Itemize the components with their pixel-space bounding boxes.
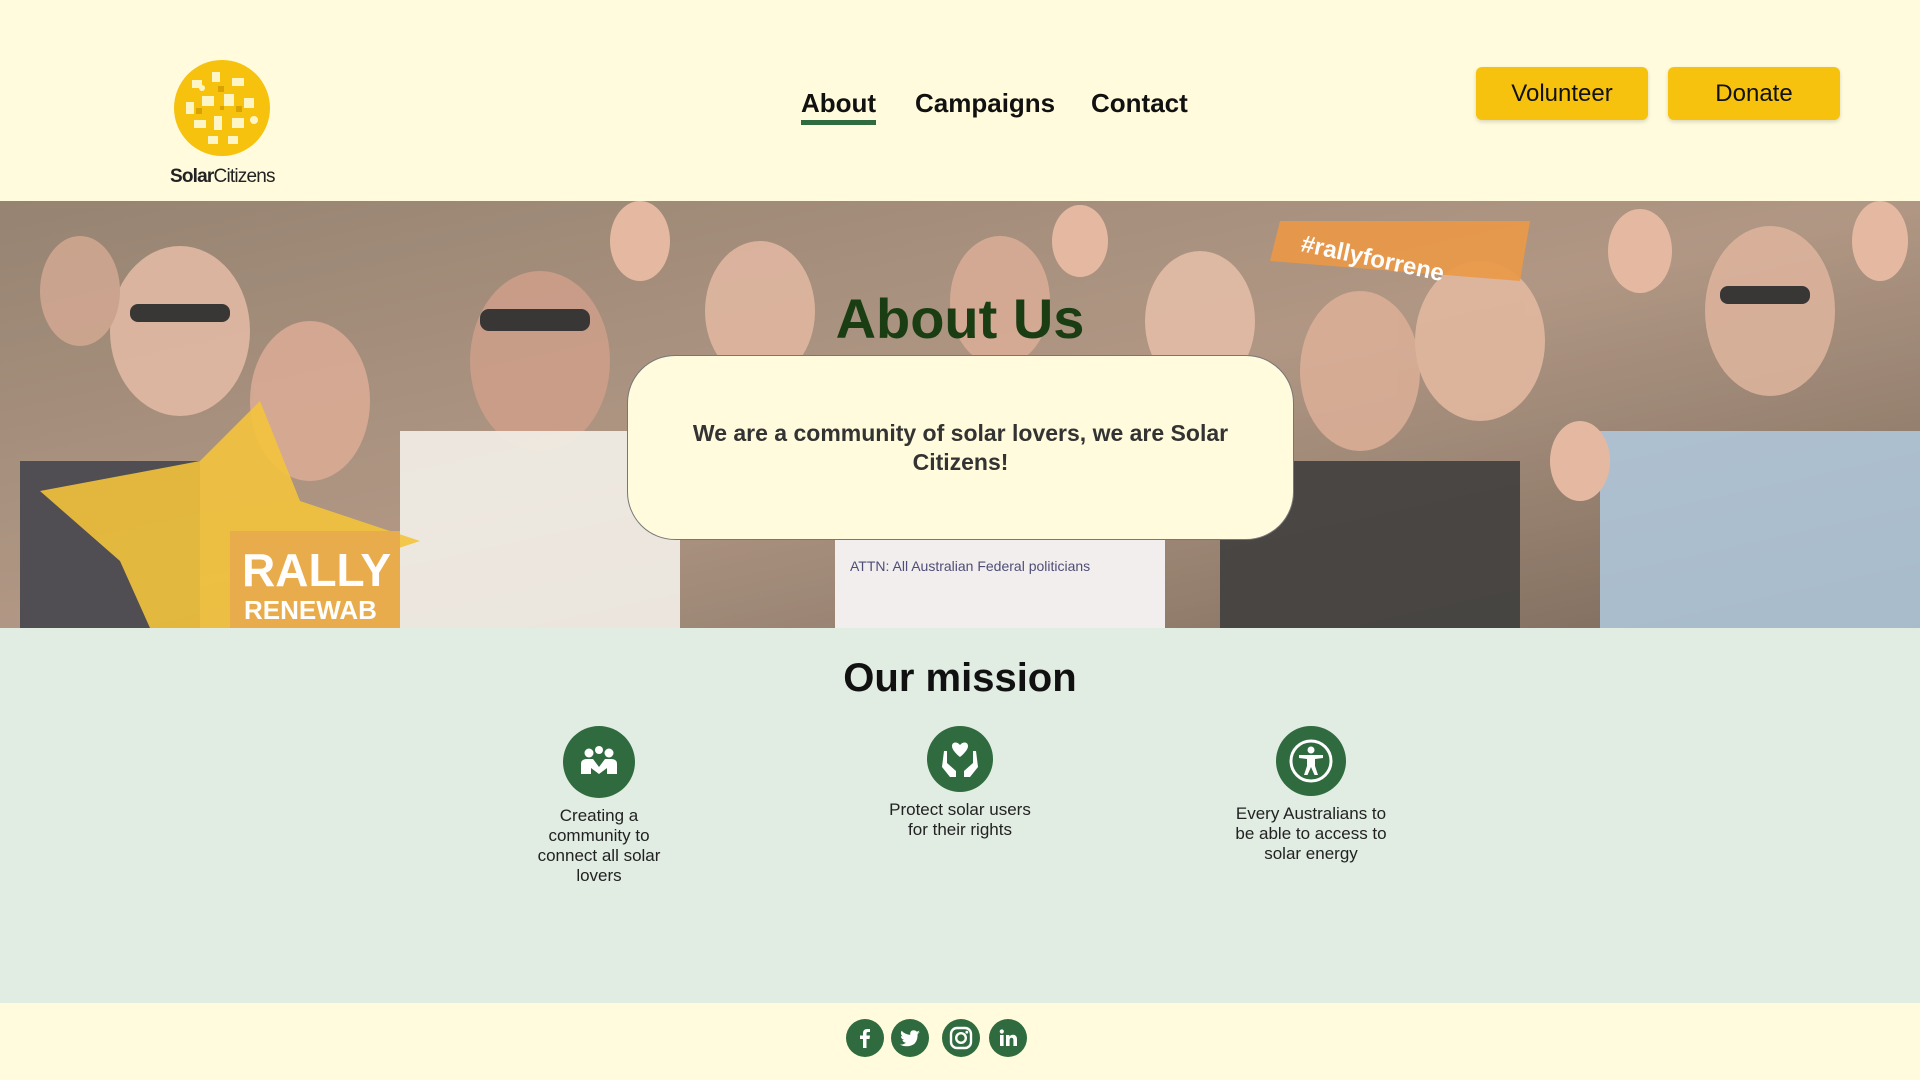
mission-item-access: Every Australians to be able to access t… — [1231, 726, 1391, 864]
nav-item-about[interactable]: About — [801, 88, 877, 125]
mission-title: Our mission — [843, 656, 1077, 700]
twitter-icon[interactable] — [891, 1019, 929, 1057]
donate-button[interactable]: Donate — [1668, 67, 1840, 120]
nav-item-campaigns[interactable]: Campaigns — [915, 88, 1055, 119]
heart-hands-icon — [927, 726, 993, 792]
mission-item-text: Protect solar users for their rights — [889, 800, 1031, 839]
mission-item-text: Creating a community to connect all sola… — [537, 806, 661, 885]
accessibility-icon — [1276, 726, 1346, 796]
community-icon — [563, 726, 635, 798]
instagram-icon[interactable] — [942, 1019, 980, 1057]
mission-item-protect: Protect solar users for their rights — [880, 726, 1040, 840]
mission-item-community: Creating a community to connect all sola… — [519, 726, 679, 886]
site-footer — [0, 1003, 1920, 1080]
about-card: We are a community of solar lovers, we a… — [627, 355, 1294, 540]
logo-wordmark: SolarCitizens — [170, 166, 276, 187]
nav-item-contact[interactable]: Contact — [1091, 88, 1188, 119]
facebook-icon[interactable] — [846, 1019, 884, 1057]
hero-banner: RALLY RENEWAB ATTN: All Australian Feder… — [0, 201, 1920, 628]
site-header: SolarCitizens About Campaigns Contact Vo… — [0, 0, 1920, 201]
mission-item-text: Every Australians to be able to access t… — [1235, 804, 1387, 863]
hero-title: About Us — [835, 287, 1085, 350]
about-card-text: We are a community of solar lovers, we a… — [692, 419, 1229, 475]
linkedin-icon[interactable] — [989, 1019, 1027, 1057]
mission-section: Our mission Creating a community to conn… — [0, 628, 1920, 1003]
volunteer-button[interactable]: Volunteer — [1476, 67, 1648, 120]
